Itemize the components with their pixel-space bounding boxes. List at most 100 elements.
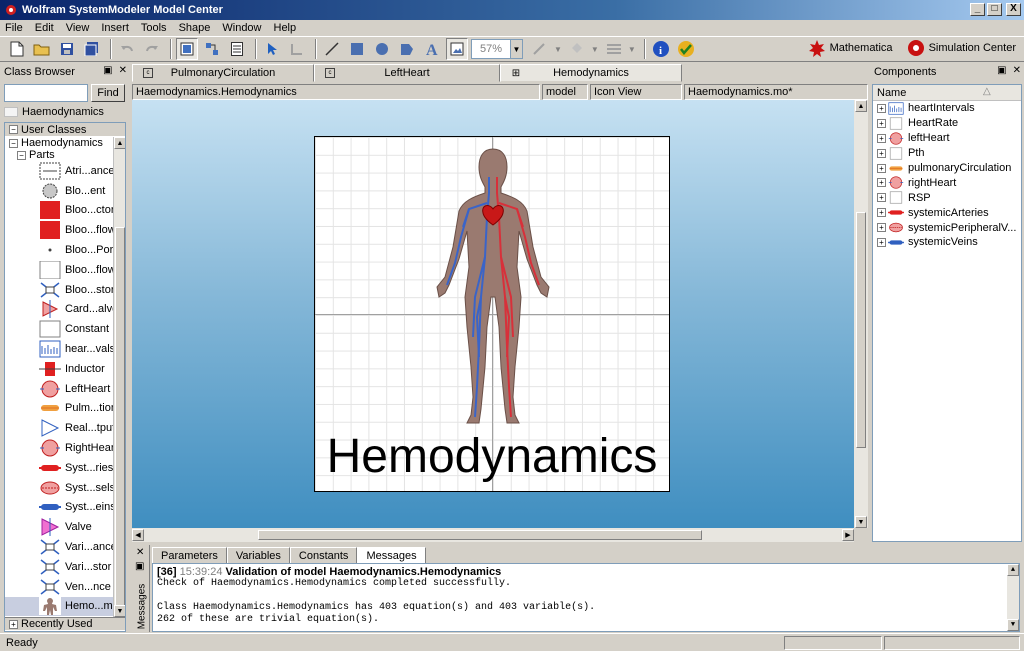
recently-used-section[interactable]: + Recently Used [5,617,125,631]
part-item[interactable]: Blo...ent [5,181,125,201]
text-view-icon[interactable] [226,38,248,60]
line-style-dropdown-icon[interactable]: ▼ [628,45,636,54]
open-folder-icon[interactable] [31,38,53,60]
fill-color-dropdown-icon[interactable]: ▼ [591,45,599,54]
panel-close-icon[interactable]: ✕ [136,547,144,558]
menu-view[interactable]: View [65,22,91,34]
part-item[interactable]: RightHeart [5,438,125,458]
float-icon[interactable]: ▣ [135,561,144,572]
menu-insert[interactable]: Insert [100,22,130,34]
chevron-down-icon[interactable]: ▼ [511,39,523,59]
find-button[interactable]: Find [91,84,125,102]
panel-close-icon[interactable]: ✕ [119,65,127,76]
diagram-view-icon[interactable] [201,38,223,60]
canvas-vertical-scrollbar[interactable]: ▲ ▼ [854,100,868,528]
panel-close-icon[interactable]: ✕ [1013,65,1021,76]
component-item[interactable]: + systemicPeripheralV... [873,220,1021,235]
line-color-dropdown-icon[interactable]: ▼ [554,45,562,54]
tab-pulmonary-circulation[interactable]: c PulmonaryCirculation [132,64,314,82]
line-style-icon[interactable] [603,38,625,60]
zoom-select[interactable]: 57% [471,39,511,59]
component-item[interactable]: + HeartRate [873,116,1021,131]
component-item[interactable]: + leftHeart [873,131,1021,146]
part-item[interactable]: Vari...stor [5,557,125,577]
part-item[interactable]: Ven...nce [5,577,125,597]
fill-color-icon[interactable] [566,38,588,60]
simulation-center-button[interactable]: Simulation Center [907,39,1016,57]
message-log-scrollbar[interactable]: ▲ ▼ [1007,564,1019,631]
tab-hemodynamics[interactable]: ⊞ Hemodynamics [500,64,682,82]
expand-icon[interactable]: + [877,103,886,113]
part-item[interactable]: Constant [5,319,125,339]
component-item[interactable]: + Pth [873,146,1021,161]
part-item[interactable]: Syst...sels [5,478,125,498]
find-input[interactable] [4,84,88,102]
tab-variables[interactable]: Variables [226,547,290,564]
part-item[interactable]: Atri...ance [5,161,125,181]
new-file-icon[interactable] [6,38,28,60]
expand-icon[interactable]: + [877,163,886,173]
component-item[interactable]: + pulmonaryCirculation [873,161,1021,176]
component-item[interactable]: + systemicVeins [873,235,1021,250]
part-item[interactable]: Syst...eins [5,498,125,518]
pointer-tool-icon[interactable] [261,38,283,60]
expand-icon[interactable]: + [877,118,886,128]
ellipse-tool-icon[interactable] [371,38,393,60]
line-tool-icon[interactable] [321,38,343,60]
validate-icon[interactable] [675,38,697,60]
menu-file[interactable]: File [4,22,24,34]
tree-parts-folder[interactable]: − Parts [5,149,125,161]
tree-root-package[interactable]: − Haemodynamics [5,137,125,149]
part-item[interactable]: Pulm...tion [5,399,125,419]
part-item[interactable]: Valve [5,517,125,537]
expand-icon[interactable]: + [877,178,886,188]
bitmap-tool-icon[interactable] [446,38,468,60]
tab-parameters[interactable]: Parameters [152,547,227,564]
save-icon[interactable] [56,38,78,60]
selected-model[interactable]: Haemodynamics [4,104,126,120]
part-item[interactable]: hear...vals [5,339,125,359]
mathematica-button[interactable]: Mathematica [808,39,893,57]
connect-tool-icon[interactable] [286,38,308,60]
expand-icon[interactable]: + [877,193,886,203]
tab-constants[interactable]: Constants [289,547,358,564]
maximize-button[interactable]: □ [987,3,1002,16]
part-item[interactable]: Inductor [5,359,125,379]
part-item[interactable]: Card...alve [5,300,125,320]
part-item[interactable]: Vari...ance [5,537,125,557]
save-all-icon[interactable] [81,38,103,60]
part-item[interactable]: Bloo...flow [5,220,125,240]
part-item[interactable]: Bloo...flow [5,260,125,280]
name-column-header[interactable]: Name △ [873,85,1021,101]
text-tool-icon[interactable]: A [421,38,443,60]
expand-icon[interactable]: + [877,133,886,143]
component-item[interactable]: + heartIntervals [873,101,1021,116]
tab-messages[interactable]: Messages [357,547,426,564]
menu-edit[interactable]: Edit [34,22,55,34]
part-item[interactable]: Bloo...ctor [5,201,125,221]
expand-icon[interactable]: + [877,208,886,218]
icon-canvas[interactable]: Hemodynamics [132,100,854,528]
expand-icon[interactable]: + [877,237,886,247]
part-item[interactable]: Syst...ries [5,458,125,478]
icon-view-icon[interactable] [176,38,198,60]
menu-window[interactable]: Window [221,22,262,34]
minimize-button[interactable]: _ [970,3,985,16]
component-item[interactable]: + rightHeart [873,175,1021,190]
menu-tools[interactable]: Tools [140,22,168,34]
undo-icon[interactable] [116,38,138,60]
expand-icon[interactable]: + [877,223,886,233]
user-classes-section[interactable]: − User Classes [5,123,125,137]
part-item[interactable]: Real...tput [5,418,125,438]
part-item[interactable]: LeftHeart [5,379,125,399]
part-item[interactable]: Bloo...Port [5,240,125,260]
polygon-tool-icon[interactable] [396,38,418,60]
info-icon[interactable]: i [650,38,672,60]
part-item[interactable]: Bloo...stor [5,280,125,300]
canvas-horizontal-scrollbar[interactable]: ◀ ▶ [132,528,854,542]
menu-shape[interactable]: Shape [178,22,212,34]
hemodynamics-icon-diagram[interactable]: Hemodynamics [314,136,670,492]
expand-icon[interactable]: + [877,148,886,158]
rectangle-tool-icon[interactable] [346,38,368,60]
class-tree-scrollbar[interactable]: ▲ ▼ [113,137,125,617]
